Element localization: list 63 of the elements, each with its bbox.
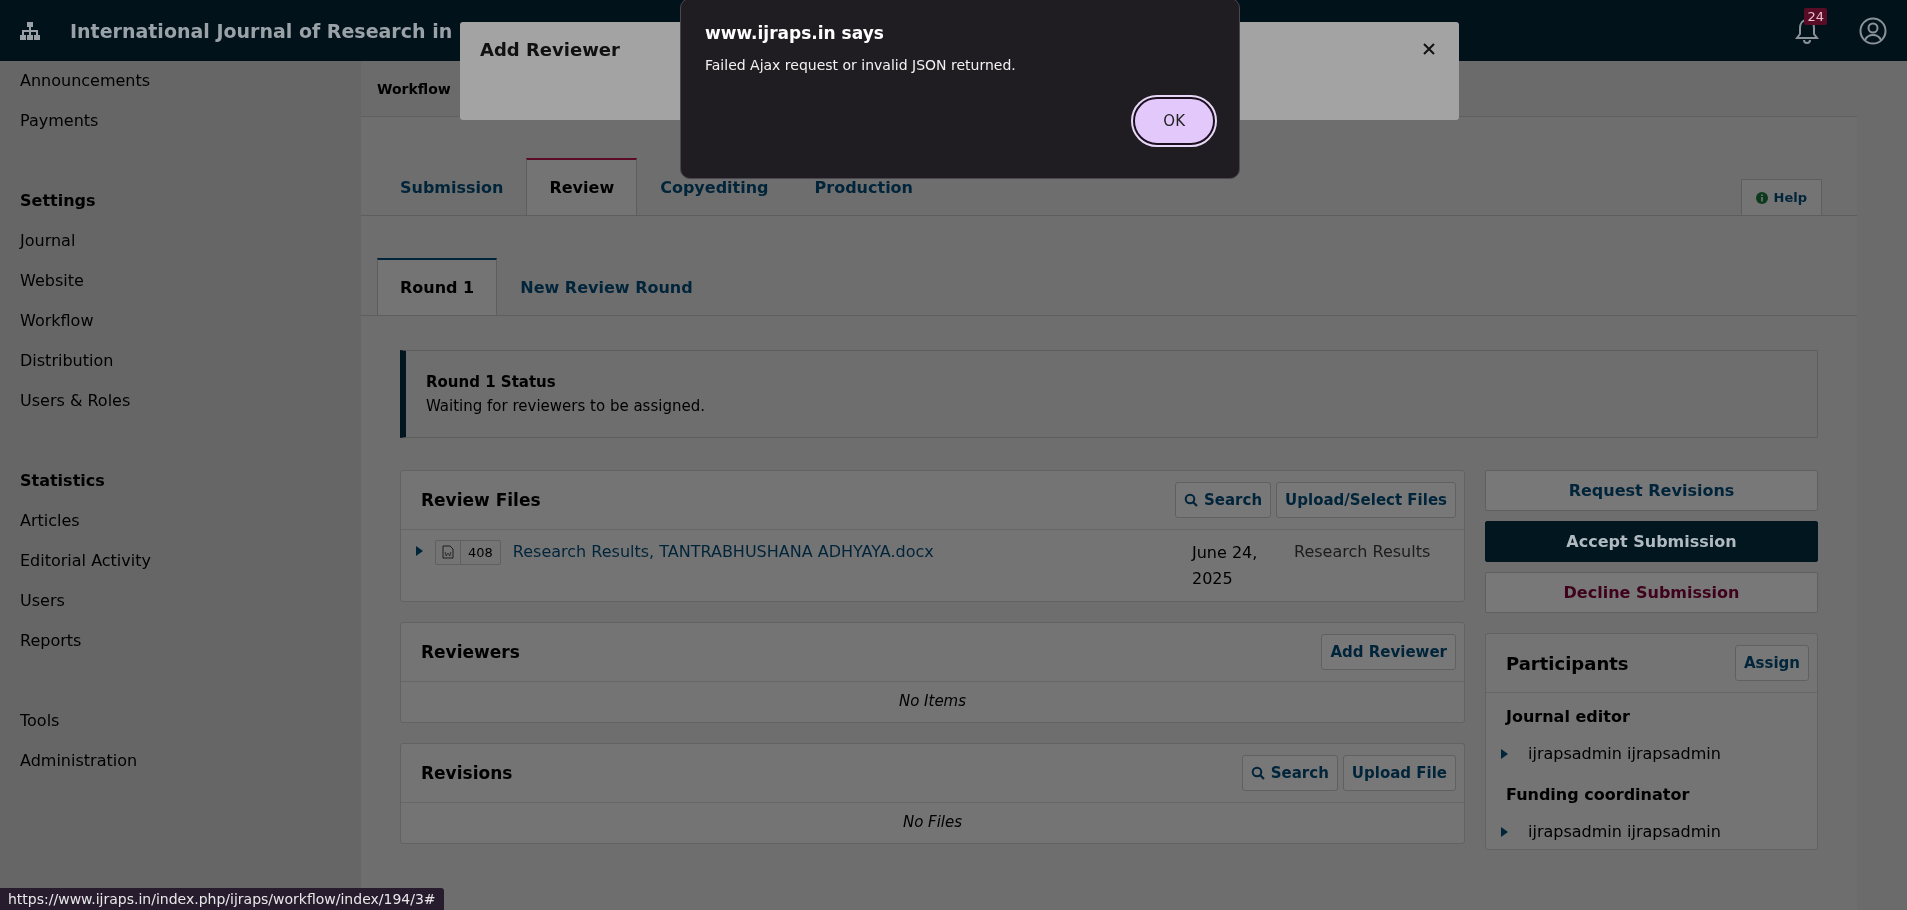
document-icon: [442, 545, 454, 559]
sitemap-icon[interactable]: [20, 21, 40, 40]
expand-triangle-icon: [1500, 826, 1508, 837]
round-status-title: Round 1 Status: [426, 373, 556, 391]
action-button[interactable]: Upload/Select Files: [1276, 482, 1456, 518]
alert-title: www.ijraps.in says: [705, 23, 884, 43]
assign-button[interactable]: Assign: [1734, 645, 1809, 681]
card-title: Review Files: [421, 490, 541, 510]
sidebar-item[interactable]: Administration: [20, 741, 138, 781]
file-type: Research Results: [1294, 541, 1432, 561]
sidebar-item[interactable]: Editorial Activity: [20, 541, 151, 581]
journal-title: International Journal of Research in: [70, 19, 453, 42]
search-icon: [1184, 493, 1198, 507]
search-icon: [1250, 766, 1265, 781]
action-button[interactable]: Upload File: [1342, 755, 1456, 792]
sidebar-item[interactable]: Reports: [20, 621, 82, 661]
stage-tab[interactable]: Review: [526, 158, 638, 215]
user-avatar-icon[interactable]: [1859, 16, 1887, 45]
empty-message: No Files: [902, 812, 963, 834]
sidebar-item[interactable]: Articles: [20, 501, 80, 541]
round-tab[interactable]: Round 1: [377, 258, 498, 315]
help-button[interactable]: Help: [1740, 179, 1822, 215]
sidebar-item[interactable]: Tools: [20, 701, 60, 741]
card-title: Participants: [1506, 652, 1629, 674]
role-heading: Funding coordinator: [1506, 785, 1690, 804]
action-button[interactable]: Add Reviewer: [1321, 634, 1456, 671]
sidebar-item[interactable]: Users & Roles: [20, 381, 131, 421]
decision-button[interactable]: Decline Submission: [1485, 572, 1818, 613]
modal-title: Add Reviewer: [480, 39, 620, 60]
info-icon: [1755, 191, 1768, 204]
decision-button[interactable]: Request Revisions: [1485, 470, 1818, 511]
sidebar-item[interactable]: Journal: [20, 221, 76, 261]
action-button[interactable]: Search: [1241, 755, 1338, 792]
empty-message: No Items: [898, 691, 967, 713]
expand-triangle-icon: [1500, 748, 1508, 759]
sidebar-item[interactable]: Announcements: [20, 61, 151, 101]
file-id: 408: [467, 544, 494, 562]
expand-triangle-icon[interactable]: [415, 546, 423, 556]
participant-item[interactable]: ijrapsadmin ijrapsadmin: [1486, 814, 1735, 849]
status-url: https://www.ijraps.in/index.php/ijraps/workflow/index/194/3#: [0, 888, 444, 910]
notification-count: 24: [1804, 7, 1827, 25]
ok-button[interactable]: OK: [1133, 97, 1215, 145]
action-button[interactable]: Search: [1175, 482, 1272, 518]
file-link[interactable]: Research Results, TANTRABHUSHANA ADHYAYA.docx: [512, 540, 1180, 561]
close-icon: [1423, 43, 1435, 55]
sidebar-item[interactable]: Distribution: [20, 341, 114, 381]
sidebar-item[interactable]: Payments: [20, 101, 99, 141]
sidebar-heading: Settings: [20, 190, 96, 212]
breadcrumb: Workflow: [377, 81, 451, 97]
card-title: Revisions: [421, 763, 513, 784]
decision-button[interactable]: Accept Submission: [1485, 521, 1818, 562]
sidebar-heading: Statistics: [20, 470, 105, 492]
round-tab[interactable]: New Review Round: [497, 258, 716, 315]
stage-tab[interactable]: Submission: [377, 158, 527, 215]
file-date: June 24, 2025: [1192, 542, 1259, 590]
role-heading: Journal editor: [1506, 707, 1630, 726]
alert-message: Failed Ajax request or invalid JSON returned.: [705, 57, 1016, 73]
sidebar-item[interactable]: Website: [20, 261, 84, 301]
card-title: Reviewers: [421, 642, 520, 663]
sidebar-item[interactable]: Users: [20, 581, 65, 621]
sidebar-item[interactable]: Workflow: [20, 301, 94, 341]
round-status-message: Waiting for reviewers to be assigned.: [426, 397, 705, 415]
participant-item[interactable]: ijrapsadmin ijrapsadmin: [1486, 736, 1735, 771]
